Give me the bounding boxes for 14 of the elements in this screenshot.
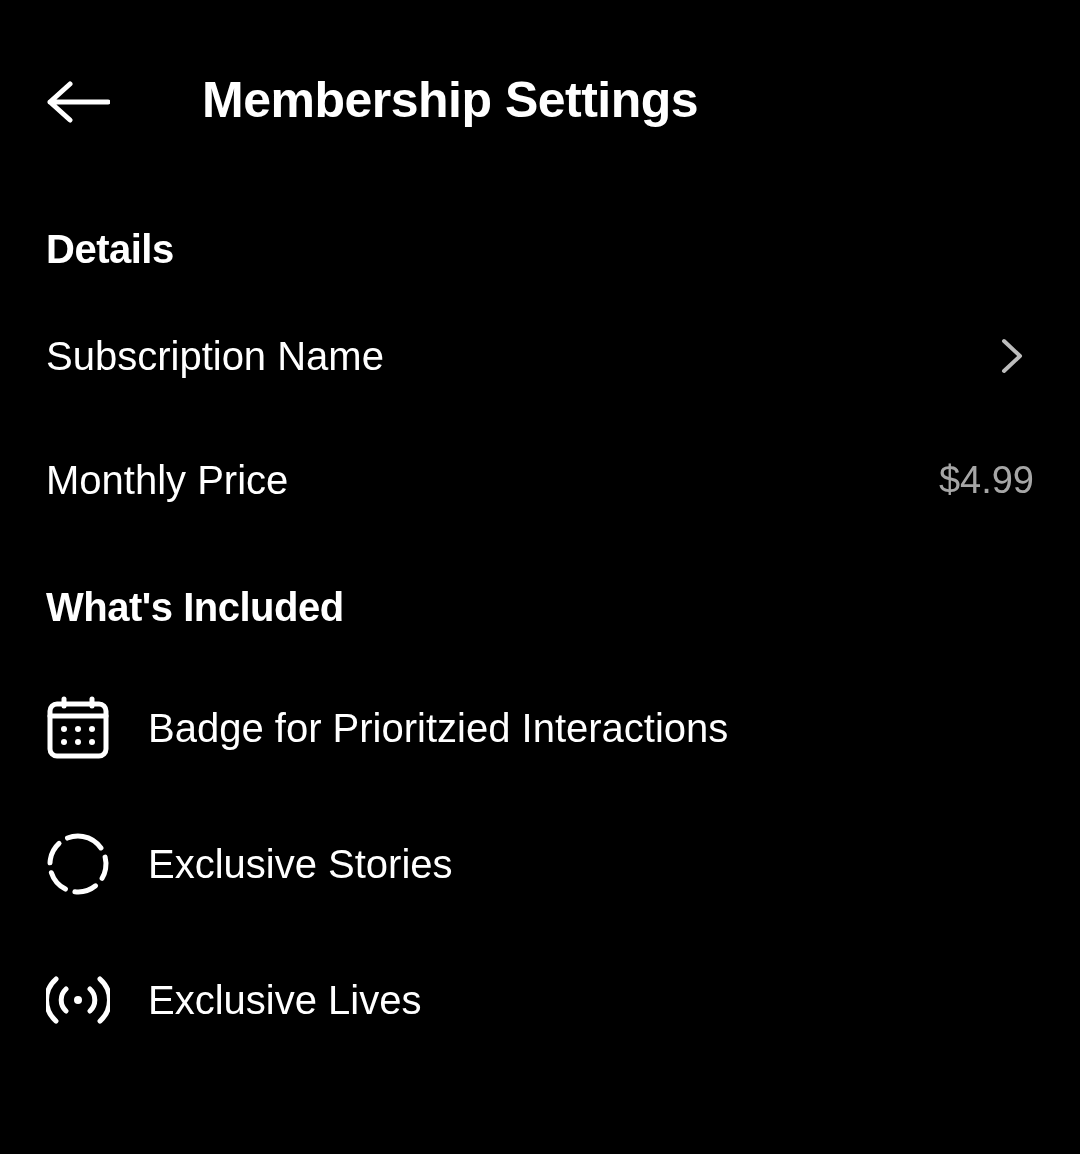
dashed-circle-icon [46, 832, 110, 896]
setting-label[interactable]: Monthly Price [46, 457, 289, 503]
feature-label: Badge for Prioritzied Interactions [148, 705, 729, 751]
feature-label: Exclusive Stories [148, 841, 453, 887]
feature-label: Exclusive Lives [148, 977, 422, 1023]
setting-label[interactable]: Subscription Name [46, 333, 384, 379]
section-heading: What's Included [46, 584, 345, 631]
broadcast-icon [46, 975, 110, 1025]
price-value: $4.99 [938, 458, 1034, 502]
page-title: Membership Settings [202, 71, 699, 129]
back-arrow-icon[interactable] [46, 80, 110, 124]
calendar-icon [46, 696, 110, 760]
chevron-right-icon[interactable] [1000, 337, 1024, 375]
section-heading: Details [46, 226, 175, 273]
